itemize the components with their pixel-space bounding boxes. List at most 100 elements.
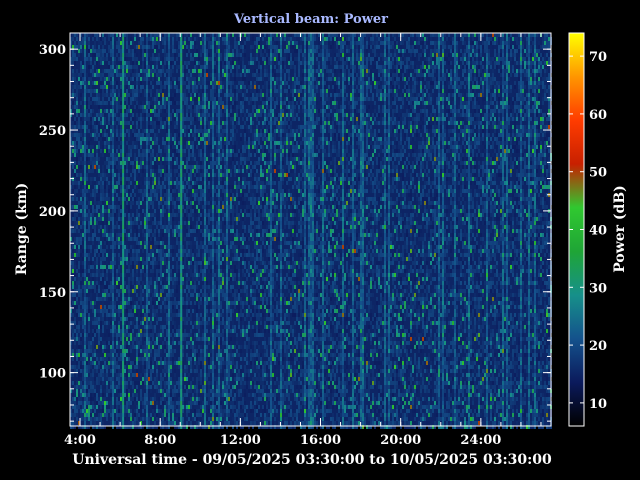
heatmap-cell	[80, 285, 82, 289]
heatmap-cell	[92, 389, 94, 393]
heatmap-cell	[168, 253, 170, 257]
heatmap-cell	[194, 197, 196, 201]
heatmap-cell	[192, 413, 194, 417]
heatmap-cell	[104, 225, 106, 229]
heatmap-cell	[86, 329, 88, 333]
heatmap-cell	[160, 73, 162, 77]
heatmap-cell	[140, 41, 142, 45]
heatmap-cell	[148, 325, 150, 329]
heatmap-cell	[126, 381, 128, 385]
heatmap-cell	[74, 125, 76, 129]
heatmap-cell	[76, 221, 78, 225]
heatmap-cell	[126, 129, 128, 133]
heatmap-cell	[150, 185, 152, 189]
heatmap-cell	[116, 405, 118, 409]
heatmap-cell	[124, 389, 126, 393]
heatmap-cell	[170, 301, 172, 305]
heatmap-cell	[98, 169, 100, 173]
heatmap-cell	[130, 261, 132, 265]
heatmap-cell	[114, 205, 116, 209]
heatmap-cell	[112, 421, 114, 425]
heatmap-cell	[118, 273, 120, 277]
heatmap-cell	[134, 45, 136, 49]
heatmap-cell	[84, 121, 86, 125]
heatmap-cell	[112, 133, 114, 137]
heatmap-cell	[174, 237, 176, 241]
heatmap-cell	[176, 389, 178, 393]
heatmap-cell	[110, 381, 112, 385]
heatmap-cell	[112, 209, 114, 213]
heatmap-cell	[152, 65, 154, 69]
heatmap-cell	[144, 189, 146, 193]
heatmap-cell	[116, 33, 118, 37]
heatmap-cell	[174, 145, 176, 149]
heatmap-cell	[110, 117, 112, 121]
heatmap-cell	[124, 345, 126, 349]
heatmap-cell	[182, 317, 184, 321]
heatmap-cell	[178, 133, 180, 137]
heatmap-cell	[166, 261, 168, 265]
heatmap-cell	[76, 413, 78, 417]
heatmap-cell	[144, 393, 146, 397]
heatmap-cell	[132, 373, 134, 377]
heatmap-cell	[104, 69, 106, 73]
heatmap-cell	[192, 333, 194, 337]
heatmap-cell	[192, 169, 194, 173]
heatmap-cell	[112, 153, 114, 157]
heatmap-cell	[116, 409, 118, 413]
heatmap-cell	[166, 161, 168, 165]
heatmap-cell	[154, 293, 156, 297]
heatmap-cell	[100, 137, 102, 141]
heatmap-cell	[142, 193, 144, 197]
heatmap-cell	[120, 129, 122, 133]
heatmap-cell	[198, 249, 200, 253]
heatmap-cell	[148, 301, 150, 305]
heatmap-cell	[76, 205, 78, 209]
heatmap-cell	[78, 181, 80, 185]
heatmap-cell	[186, 101, 188, 105]
heatmap-cell	[144, 345, 146, 349]
heatmap-cell	[142, 381, 144, 385]
heatmap-cell	[132, 269, 134, 273]
heatmap-cell	[128, 233, 130, 237]
heatmap-cell	[74, 337, 76, 341]
heatmap-cell	[88, 381, 90, 385]
heatmap-cell	[88, 405, 90, 409]
heatmap-cell	[156, 117, 158, 121]
heatmap-cell	[112, 53, 114, 57]
heatmap-cell	[114, 233, 116, 237]
heatmap-cell	[142, 65, 144, 69]
heatmap-cell	[194, 201, 196, 205]
heatmap-cell	[142, 157, 144, 161]
heatmap-cell	[124, 193, 126, 197]
heatmap-cell	[196, 385, 198, 389]
heatmap-cell	[194, 177, 196, 181]
heatmap-cell	[98, 97, 100, 101]
heatmap-cell	[90, 217, 92, 221]
heatmap-cell	[164, 305, 166, 309]
heatmap-cell	[162, 281, 164, 285]
heatmap-cell	[172, 325, 174, 329]
heatmap-cell	[86, 85, 88, 89]
heatmap-cell	[132, 401, 134, 405]
heatmap-cell	[94, 45, 96, 49]
heatmap-cell	[134, 73, 136, 77]
heatmap-cell	[120, 217, 122, 221]
heatmap-cell	[138, 337, 140, 341]
heatmap-cell	[192, 209, 194, 213]
heatmap-cell	[110, 293, 112, 297]
heatmap-cell	[116, 397, 118, 401]
heatmap-cell	[146, 181, 148, 185]
heatmap-cell	[188, 217, 190, 221]
heatmap-cell	[84, 145, 86, 149]
heatmap-cell	[146, 229, 148, 233]
heatmap-cell	[166, 389, 168, 393]
heatmap-cell	[190, 245, 192, 249]
heatmap-cell	[152, 97, 154, 101]
heatmap-cell	[94, 61, 96, 65]
heatmap-cell	[138, 41, 140, 45]
heatmap-cell	[152, 117, 154, 121]
heatmap-cell	[152, 337, 154, 341]
heatmap-cell	[112, 149, 114, 153]
heatmap-cell	[162, 293, 164, 297]
